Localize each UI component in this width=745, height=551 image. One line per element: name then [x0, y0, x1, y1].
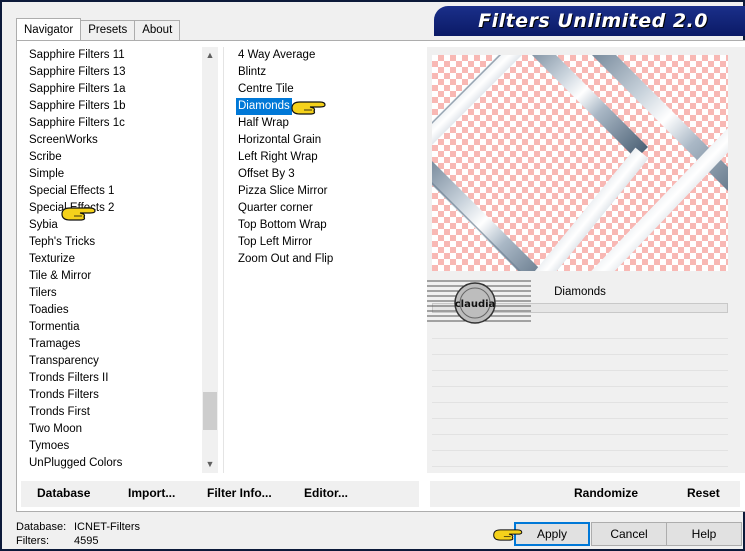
category-item[interactable]: Tormentia: [27, 319, 201, 336]
pointing-hand-icon: [493, 529, 523, 541]
filter-row: Offset By 3: [224, 166, 423, 183]
category-item[interactable]: Tymoes: [27, 438, 201, 455]
filter-row: Left Right Wrap: [224, 149, 423, 166]
filter-info-button[interactable]: Filter Info...: [207, 486, 272, 500]
category-item[interactable]: Tronds Filters II: [27, 370, 201, 387]
database-button[interactable]: Database: [37, 486, 90, 500]
watermark-logo: claudia: [427, 277, 531, 327]
svg-text:claudia: claudia: [455, 299, 496, 310]
title-banner: Filters Unlimited 2.0: [434, 6, 745, 36]
category-item[interactable]: UnPlugged Colors: [27, 455, 201, 472]
scroll-up-icon[interactable]: ▲: [202, 47, 218, 64]
database-toolbar: Database Import... Filter Info... Editor…: [21, 481, 419, 507]
category-item[interactable]: Simple: [27, 166, 201, 183]
category-item[interactable]: Sapphire Filters 13: [27, 64, 201, 81]
filters-count-value: 4595: [74, 535, 99, 547]
import-button[interactable]: Import...: [128, 486, 175, 500]
diamond-grid-preview: [432, 55, 728, 271]
filter-row: Centre Tile: [224, 81, 423, 98]
filter-item[interactable]: Centre Tile: [236, 81, 294, 98]
filter-item[interactable]: Left Right Wrap: [236, 149, 318, 166]
filter-item[interactable]: Blintz: [236, 64, 266, 81]
filter-item-selected[interactable]: Diamonds: [236, 98, 292, 115]
category-item[interactable]: Tramages: [27, 336, 201, 353]
filter-row: Horizontal Grain: [224, 132, 423, 149]
category-item[interactable]: Teph's Tricks: [27, 234, 201, 251]
parameter-area: [432, 323, 728, 467]
editor-button[interactable]: Editor...: [304, 486, 348, 500]
filter-row: Top Left Mirror: [224, 234, 423, 251]
randomize-button[interactable]: Randomize: [574, 486, 638, 500]
category-item[interactable]: Texturize: [27, 251, 201, 268]
category-item[interactable]: Tronds Filters: [27, 387, 201, 404]
tab-presets[interactable]: Presets: [80, 20, 136, 40]
filters-unlimited-dialog: Filters Unlimited 2.0 Navigator Presets …: [0, 0, 745, 551]
category-item[interactable]: Sapphire Filters 11: [27, 47, 201, 64]
category-list[interactable]: Sapphire Filters 11 Sapphire Filters 13 Sa…: [27, 47, 201, 473]
category-item[interactable]: Tronds First: [27, 404, 201, 421]
help-button[interactable]: Help: [666, 522, 742, 546]
database-status-label: Database:: [16, 521, 67, 533]
preset-toolbar: Randomize Reset: [430, 481, 740, 507]
filter-item[interactable]: Pizza Slice Mirror: [236, 183, 327, 200]
category-item[interactable]: Scribe: [27, 149, 201, 166]
cancel-button[interactable]: Cancel: [591, 522, 667, 546]
pointing-hand-icon: [61, 207, 96, 221]
preview-area: Diamonds claudia: [427, 47, 745, 473]
reset-button[interactable]: Reset: [687, 486, 720, 500]
filter-item[interactable]: 4 Way Average: [236, 47, 315, 64]
filter-item[interactable]: Zoom Out and Flip: [236, 251, 333, 268]
filter-row: 4 Way Average: [224, 47, 423, 64]
filter-item[interactable]: Horizontal Grain: [236, 132, 321, 149]
pointing-hand-icon: [291, 101, 326, 115]
filters-count-label: Filters:: [16, 535, 49, 547]
filter-row: Top Bottom Wrap: [224, 217, 423, 234]
filter-row: Zoom Out and Flip: [224, 251, 423, 268]
category-item[interactable]: Special Effects 1: [27, 183, 201, 200]
app-title: Filters Unlimited 2.0: [478, 10, 708, 32]
category-item[interactable]: Unplugged Effects: [27, 472, 201, 473]
category-item[interactable]: Tile & Mirror: [27, 268, 201, 285]
category-item[interactable]: ScreenWorks: [27, 132, 201, 149]
filter-item[interactable]: Top Bottom Wrap: [236, 217, 327, 234]
scroll-down-icon[interactable]: ▼: [202, 456, 218, 473]
filter-item[interactable]: Quarter corner: [236, 200, 313, 217]
tab-bar: Navigator Presets About: [16, 18, 181, 40]
category-item[interactable]: Toadies: [27, 302, 201, 319]
filter-item[interactable]: Offset By 3: [236, 166, 295, 183]
filter-row: Pizza Slice Mirror: [224, 183, 423, 200]
tab-navigator[interactable]: Navigator: [16, 18, 82, 40]
filter-item[interactable]: Half Wrap: [236, 115, 289, 132]
category-item[interactable]: Transparency: [27, 353, 201, 370]
filter-item[interactable]: Top Left Mirror: [236, 234, 312, 251]
status-area: Database: ICNET-Filters Filters: 4595: [16, 520, 140, 548]
category-scrollbar[interactable]: ▲ ▼: [202, 47, 218, 473]
navigator-panel: Sapphire Filters 11 Sapphire Filters 13 Sa…: [16, 40, 745, 512]
preview-image: [432, 55, 728, 271]
category-item[interactable]: Two Moon: [27, 421, 201, 438]
category-item[interactable]: Sybia: [27, 217, 201, 234]
category-item[interactable]: Special Effects 2: [27, 200, 201, 217]
category-item[interactable]: Tilers: [27, 285, 201, 302]
tab-about[interactable]: About: [134, 20, 181, 40]
category-item[interactable]: Sapphire Filters 1a: [27, 81, 201, 98]
filter-row: Blintz: [224, 64, 423, 81]
database-status-value: ICNET-Filters: [74, 521, 140, 533]
category-item[interactable]: Sapphire Filters 1b: [27, 98, 201, 115]
category-item[interactable]: Sapphire Filters 1c: [27, 115, 201, 132]
scroll-thumb[interactable]: [203, 392, 217, 430]
filter-row: Quarter corner: [224, 200, 423, 217]
